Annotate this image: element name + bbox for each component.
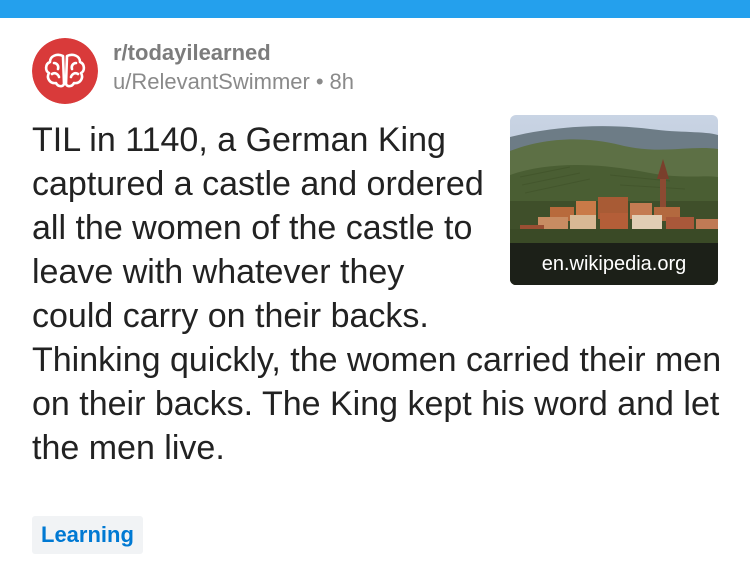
byline-separator: • xyxy=(315,69,324,94)
post-age: 8h xyxy=(329,69,355,94)
post-flair[interactable]: Learning xyxy=(32,516,143,554)
top-accent-bar xyxy=(0,0,750,18)
thumbnail-spacer xyxy=(494,118,722,318)
post-byline: u/RelevantSwimmer • 8h xyxy=(113,69,354,95)
post-title-container[interactable]: TIL in 1140, a German King captured a ca… xyxy=(32,118,722,470)
post-card[interactable]: r/todayilearned u/RelevantSwimmer • 8h e… xyxy=(0,18,750,575)
brain-icon xyxy=(32,38,98,104)
author-link[interactable]: u/RelevantSwimmer xyxy=(113,69,310,94)
subreddit-avatar[interactable] xyxy=(32,38,98,104)
subreddit-name[interactable]: r/todayilearned xyxy=(113,40,271,66)
